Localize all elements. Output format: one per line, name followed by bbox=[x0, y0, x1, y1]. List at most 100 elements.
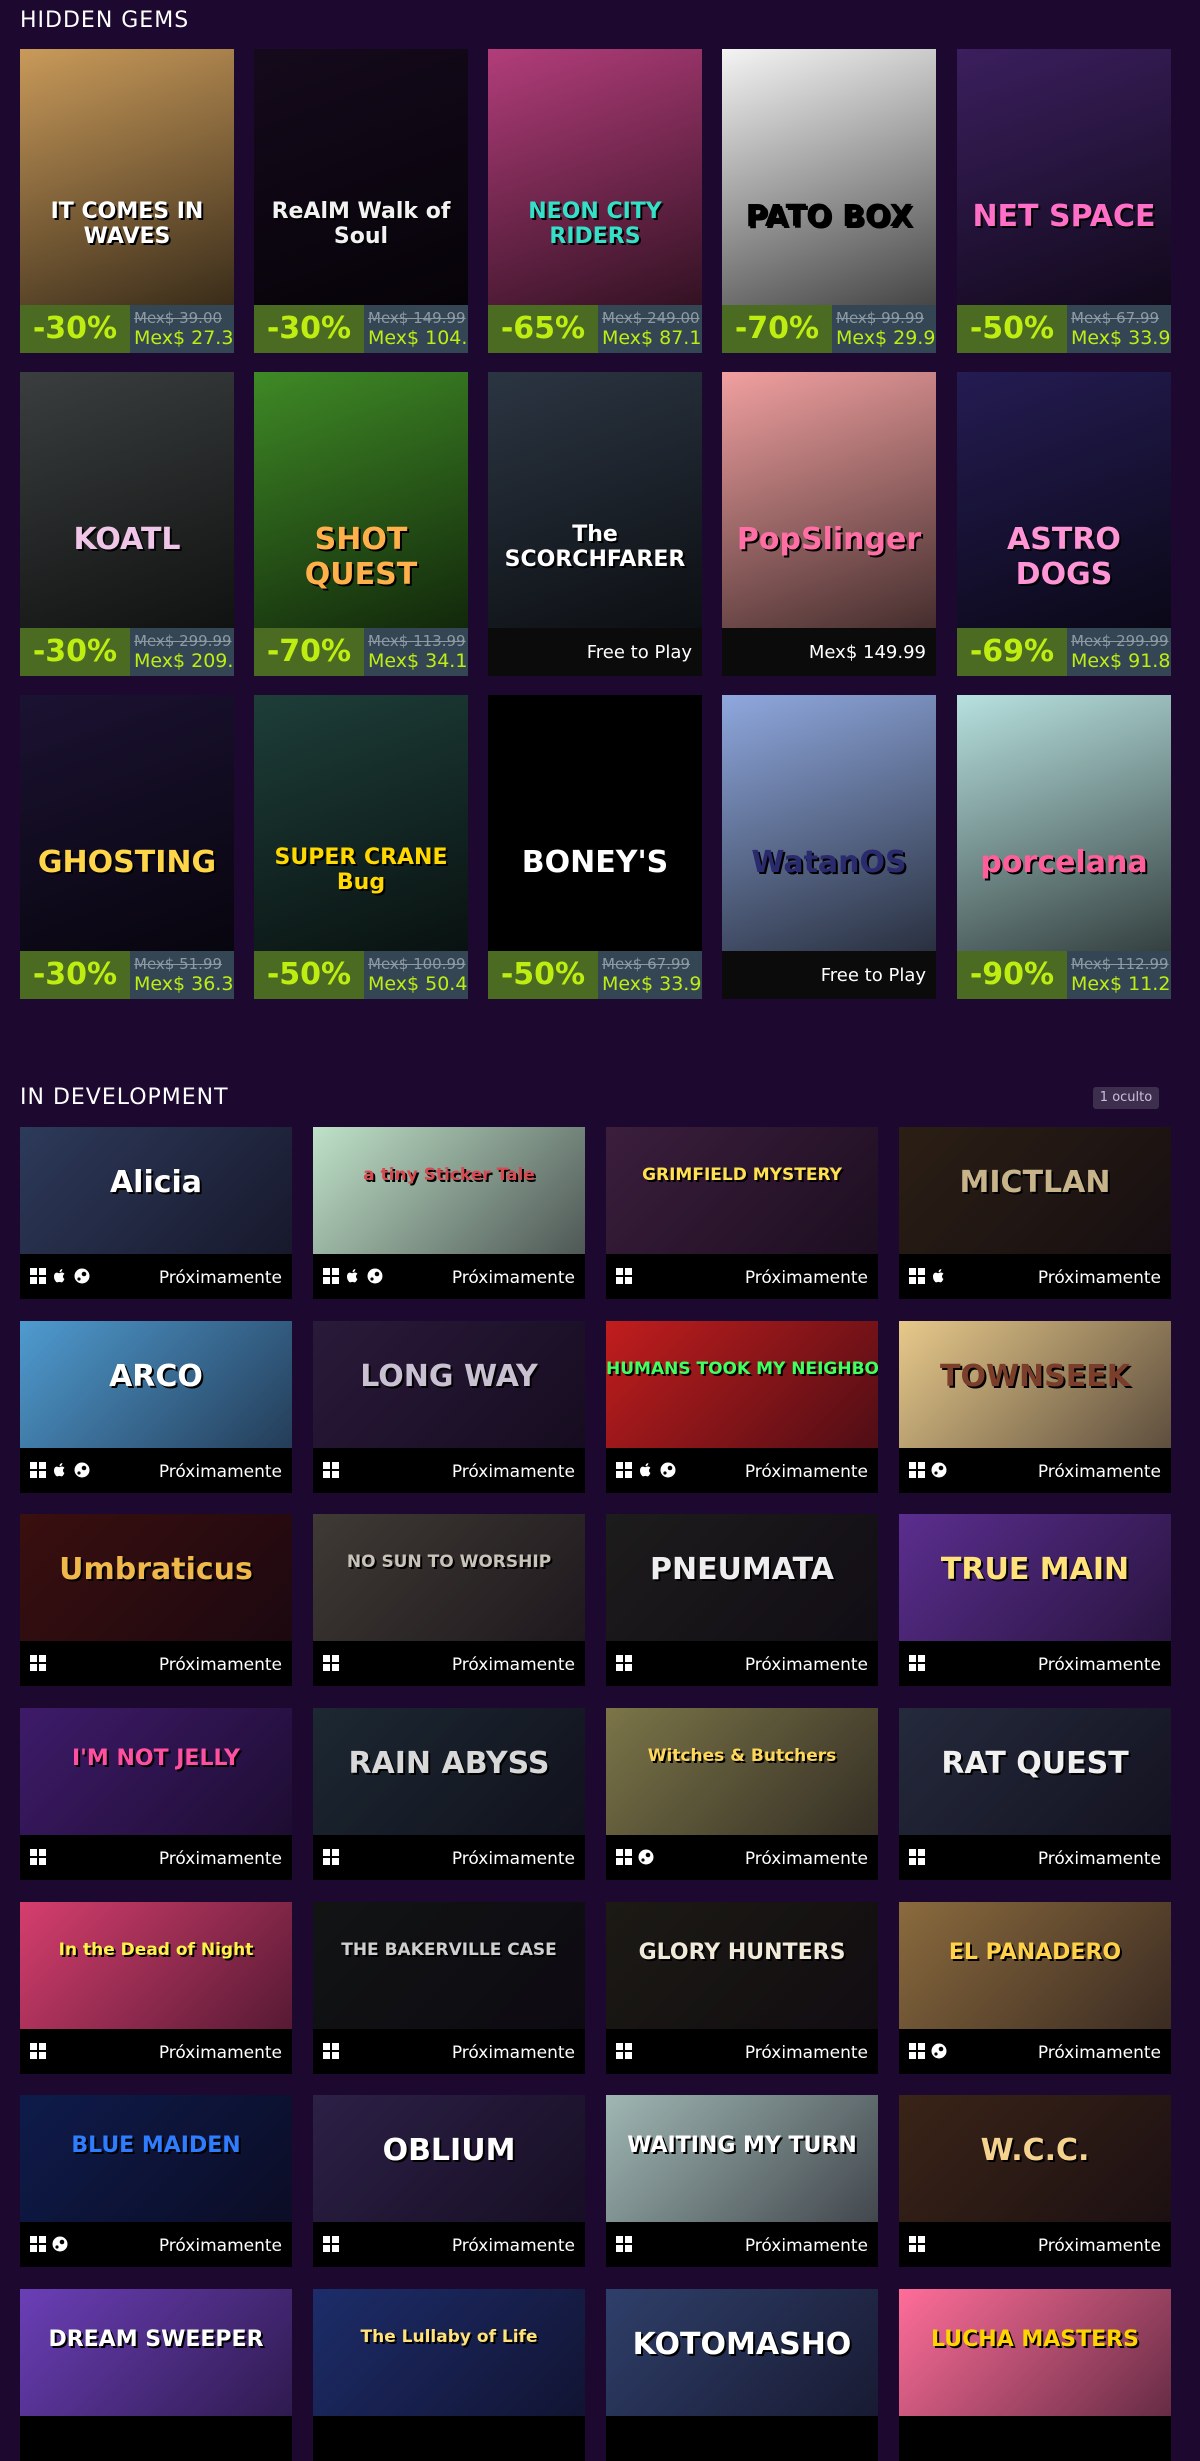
price-bar[interactable]: Free to Play bbox=[488, 628, 702, 676]
game-capsule[interactable]: RAT QUEST Próximamente bbox=[899, 1708, 1171, 1880]
game-capsule[interactable]: ASTRO DOGS -69%Mex$ 299.99Mex$ 91.86 bbox=[957, 372, 1171, 676]
game-capsule[interactable]: NET SPACE -50%Mex$ 67.99Mex$ 33.99 bbox=[957, 49, 1171, 353]
game-header-art[interactable]: LUCHA MASTERS bbox=[899, 2289, 1171, 2416]
game-capsule[interactable]: Alicia Próximamente bbox=[20, 1127, 292, 1299]
game-cover-art[interactable]: ReAlM Walk of Soul bbox=[254, 49, 468, 305]
price-bar[interactable]: -70%Mex$ 113.99Mex$ 34.19 bbox=[254, 628, 468, 676]
game-capsule[interactable]: KOATL -30%Mex$ 299.99Mex$ 209.99 bbox=[20, 372, 234, 676]
game-capsule[interactable]: GRIMFIELD MYSTERY Próximamente bbox=[606, 1127, 878, 1299]
game-capsule[interactable]: SUPER CRANE Bug -50%Mex$ 100.99Mex$ 50.49 bbox=[254, 695, 468, 999]
game-capsule[interactable]: RAIN ABYSS Próximamente bbox=[313, 1708, 585, 1880]
game-capsule[interactable]: I'M NOT JELLY Próximamente bbox=[20, 1708, 292, 1880]
game-capsule[interactable]: GHOSTING -30%Mex$ 51.99Mex$ 36.39 bbox=[20, 695, 234, 999]
game-cover-art[interactable]: PATO BOX bbox=[722, 49, 936, 305]
game-header-art[interactable]: GLORY HUNTERS bbox=[606, 1902, 878, 2029]
game-header-art[interactable]: HUMANS TOOK MY NEIGHBOR bbox=[606, 1321, 878, 1448]
game-capsule[interactable]: NEON CITY RIDERS -65% Mex$ 249.00 Mex$ 87.1… bbox=[488, 49, 702, 353]
game-cover-art[interactable]: SUPER CRANE Bug bbox=[254, 695, 468, 951]
game-capsule[interactable]: NO SUN TO WORSHIP Próximamente bbox=[313, 1514, 585, 1686]
game-capsule[interactable]: BLUE MAIDEN Próximamente bbox=[20, 2095, 292, 2267]
game-capsule[interactable]: SHOT QUEST -70%Mex$ 113.99Mex$ 34.19 bbox=[254, 372, 468, 676]
game-cover-art[interactable]: KOATL bbox=[20, 372, 234, 628]
price-bar[interactable]: -70%Mex$ 99.99Mex$ 29.99 bbox=[722, 305, 936, 353]
game-capsule[interactable]: PNEUMATA Próximamente bbox=[606, 1514, 878, 1686]
game-capsule[interactable]: PopSlinger Mex$ 149.99 bbox=[722, 372, 936, 676]
game-header-art[interactable]: W.C.C. bbox=[899, 2095, 1171, 2222]
game-header-art[interactable]: NO SUN TO WORSHIP bbox=[313, 1514, 585, 1641]
game-header-art[interactable]: OBLIUM bbox=[313, 2095, 585, 2222]
price-bar[interactable]: -30%Mex$ 149.99Mex$ 104.99 bbox=[254, 305, 468, 353]
game-capsule[interactable]: In the Dead of Night Próximamente bbox=[20, 1902, 292, 2074]
game-capsule[interactable]: a tiny Sticker Tale Próximamente bbox=[313, 1127, 585, 1299]
game-cover-art[interactable]: The SCORCHFARER bbox=[488, 372, 702, 628]
game-header-art[interactable]: TOWNSEEK bbox=[899, 1321, 1171, 1448]
game-header-art[interactable]: ARCO bbox=[20, 1321, 292, 1448]
game-header-art[interactable]: DREAM SWEEPER bbox=[20, 2289, 292, 2416]
game-header-art[interactable]: LONG WAY bbox=[313, 1321, 585, 1448]
game-capsule[interactable]: MICTLAN Próximamente bbox=[899, 1127, 1171, 1299]
game-capsule[interactable]: WAITING MY TURN Próximamente bbox=[606, 2095, 878, 2267]
game-capsule[interactable]: PATO BOX -70%Mex$ 99.99Mex$ 29.99 bbox=[722, 49, 936, 353]
game-cover-art[interactable]: PopSlinger bbox=[722, 372, 936, 628]
price-bar[interactable]: Mex$ 149.99 bbox=[722, 628, 936, 676]
game-header-art[interactable]: In the Dead of Night bbox=[20, 1902, 292, 2029]
game-cover-art[interactable]: WatanOS bbox=[722, 695, 936, 951]
game-header-art[interactable]: THE BAKERVILLE CASE bbox=[313, 1902, 585, 2029]
price-bar[interactable]: -30%Mex$ 39.00Mex$ 27.30 bbox=[20, 305, 234, 353]
game-header-art[interactable]: PNEUMATA bbox=[606, 1514, 878, 1641]
hidden-count-badge[interactable]: 1 oculto bbox=[1093, 1087, 1159, 1109]
game-capsule[interactable]: KOTOMASHO bbox=[606, 2289, 878, 2461]
game-header-art[interactable]: Alicia bbox=[20, 1127, 292, 1254]
game-capsule[interactable]: EL PANADERO Próximamente bbox=[899, 1902, 1171, 2074]
price-bar[interactable]: Free to Play bbox=[722, 951, 936, 999]
game-capsule[interactable]: TOWNSEEK Próximamente bbox=[899, 1321, 1171, 1493]
game-header-art[interactable]: BLUE MAIDEN bbox=[20, 2095, 292, 2222]
game-capsule[interactable]: THE BAKERVILLE CASE Próximamente bbox=[313, 1902, 585, 2074]
game-cover-art[interactable]: ASTRO DOGS bbox=[957, 372, 1171, 628]
game-header-art[interactable]: The Lullaby of Life bbox=[313, 2289, 585, 2416]
game-cover-art[interactable]: SHOT QUEST bbox=[254, 372, 468, 628]
game-header-art[interactable]: RAIN ABYSS bbox=[313, 1708, 585, 1835]
price-bar[interactable]: -50%Mex$ 67.99Mex$ 33.99 bbox=[957, 305, 1171, 353]
game-capsule[interactable]: LUCHA MASTERS bbox=[899, 2289, 1171, 2461]
price-bar[interactable]: -30%Mex$ 299.99Mex$ 209.99 bbox=[20, 628, 234, 676]
game-capsule[interactable]: BONEY'S -50%Mex$ 67.99Mex$ 33.99 bbox=[488, 695, 702, 999]
price-bar[interactable]: -90%Mex$ 112.99Mex$ 11.29 bbox=[957, 951, 1171, 999]
game-header-art[interactable]: EL PANADERO bbox=[899, 1902, 1171, 2029]
game-header-art[interactable]: GRIMFIELD MYSTERY bbox=[606, 1127, 878, 1254]
game-cover-art[interactable]: NEON CITY RIDERS bbox=[488, 49, 702, 305]
game-capsule[interactable]: GLORY HUNTERS Próximamente bbox=[606, 1902, 878, 2074]
game-capsule[interactable]: W.C.C. Próximamente bbox=[899, 2095, 1171, 2267]
game-capsule[interactable]: DREAM SWEEPER bbox=[20, 2289, 292, 2461]
game-capsule[interactable]: HUMANS TOOK MY NEIGHBOR Próximamente bbox=[606, 1321, 878, 1493]
price-bar[interactable]: -69%Mex$ 299.99Mex$ 91.86 bbox=[957, 628, 1171, 676]
game-cover-art[interactable]: GHOSTING bbox=[20, 695, 234, 951]
game-header-art[interactable]: RAT QUEST bbox=[899, 1708, 1171, 1835]
game-capsule[interactable]: ReAlM Walk of Soul -30% Mex$ 149.99 Mex$ 10… bbox=[254, 49, 468, 353]
game-capsule[interactable]: WatanOS Free to Play bbox=[722, 695, 936, 999]
price-bar[interactable]: -50%Mex$ 100.99Mex$ 50.49 bbox=[254, 951, 468, 999]
game-capsule[interactable]: porcelana -90%Mex$ 112.99Mex$ 11.29 bbox=[957, 695, 1171, 999]
price-bar[interactable]: -65%Mex$ 249.00Mex$ 87.15 bbox=[488, 305, 702, 353]
game-header-art[interactable]: Witches & Butchers bbox=[606, 1708, 878, 1835]
game-capsule[interactable]: IT COMES IN WAVES -30% Mex$ 39.00 Mex$ 27.3… bbox=[20, 49, 234, 353]
game-cover-art[interactable]: IT COMES IN WAVES bbox=[20, 49, 234, 305]
game-header-art[interactable]: KOTOMASHO bbox=[606, 2289, 878, 2416]
game-capsule[interactable]: The SCORCHFARER Free to Play bbox=[488, 372, 702, 676]
game-capsule[interactable]: LONG WAY Próximamente bbox=[313, 1321, 585, 1493]
game-header-art[interactable]: TRUE MAIN bbox=[899, 1514, 1171, 1641]
game-capsule[interactable]: The Lullaby of Life bbox=[313, 2289, 585, 2461]
game-header-art[interactable]: Umbraticus bbox=[20, 1514, 292, 1641]
game-cover-art[interactable]: BONEY'S bbox=[488, 695, 702, 951]
price-bar[interactable]: -50%Mex$ 67.99Mex$ 33.99 bbox=[488, 951, 702, 999]
price-bar[interactable]: -30%Mex$ 51.99Mex$ 36.39 bbox=[20, 951, 234, 999]
game-capsule[interactable]: ARCO Próximamente bbox=[20, 1321, 292, 1493]
game-header-art[interactable]: I'M NOT JELLY bbox=[20, 1708, 292, 1835]
game-cover-art[interactable]: NET SPACE bbox=[957, 49, 1171, 305]
game-capsule[interactable]: OBLIUM Próximamente bbox=[313, 2095, 585, 2267]
game-header-art[interactable]: WAITING MY TURN bbox=[606, 2095, 878, 2222]
game-header-art[interactable]: MICTLAN bbox=[899, 1127, 1171, 1254]
game-cover-art[interactable]: porcelana bbox=[957, 695, 1171, 951]
game-capsule[interactable]: TRUE MAIN Próximamente bbox=[899, 1514, 1171, 1686]
game-header-art[interactable]: a tiny Sticker Tale bbox=[313, 1127, 585, 1254]
